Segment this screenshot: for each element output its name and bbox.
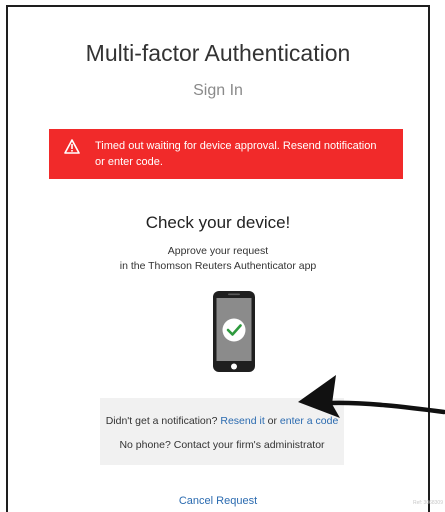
- watermark-text: Ref: 3068309: [412, 500, 443, 506]
- phone-checkmark-icon: [213, 291, 255, 372]
- page-title: Multi-factor Authentication: [85, 40, 351, 66]
- cancel-request-link[interactable]: Cancel Request: [8, 495, 428, 507]
- alert-message-line-1: Timed out waiting for device approval. R…: [95, 140, 377, 152]
- check-device-heading: Check your device!: [145, 213, 291, 232]
- error-alert: Timed out waiting for device approval. R…: [49, 129, 403, 179]
- alert-message-line-2: or enter code.: [95, 156, 163, 168]
- or-text: or: [264, 415, 280, 427]
- notification-prefix-text: Didn't get a notification?: [105, 415, 221, 427]
- mfa-dialog: Multi-factor Authentication Sign In Time…: [6, 5, 430, 512]
- instruction-line-1: Approve your request: [167, 245, 269, 257]
- no-phone-text: No phone? Contact your firm's administra…: [119, 439, 325, 451]
- warning-icon: [64, 139, 80, 154]
- pointer-arrow-icon: [298, 375, 445, 418]
- page-subtitle: Sign In: [193, 82, 243, 99]
- page: Multi-factor Authentication Sign In Time…: [0, 0, 445, 512]
- resend-link[interactable]: Resend it: [220, 415, 264, 427]
- instruction-line-2: in the Thomson Reuters Authenticator app: [119, 260, 317, 272]
